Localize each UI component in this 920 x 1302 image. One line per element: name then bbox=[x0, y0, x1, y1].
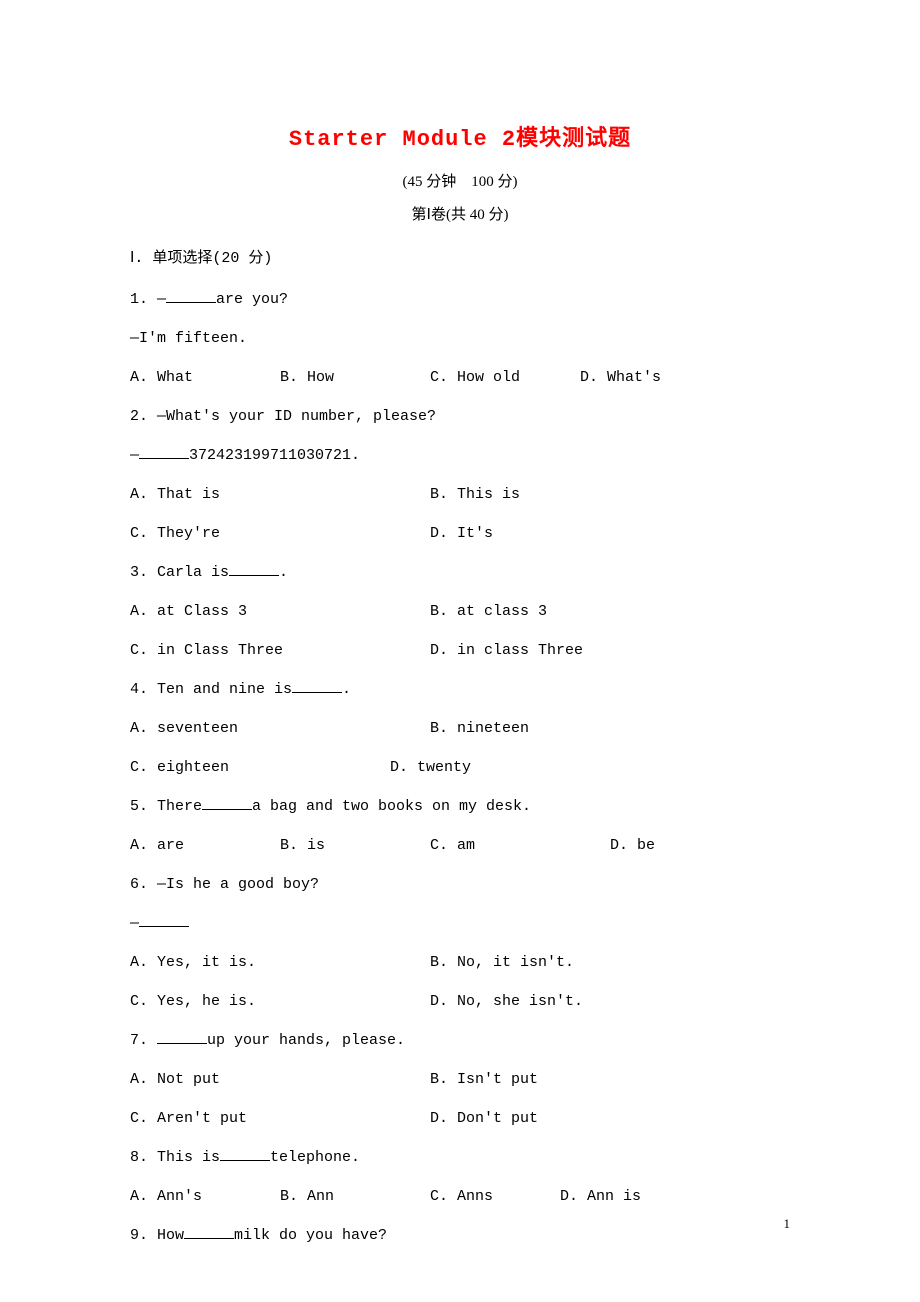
q7-option-b: B. Isn't put bbox=[430, 1069, 720, 1090]
q3-option-d: D. in class Three bbox=[430, 640, 720, 661]
q4-stem: 4. Ten and nine is. bbox=[130, 679, 790, 700]
q1-line1: 1. —are you? bbox=[130, 289, 790, 310]
q7-option-d: D. Don't put bbox=[430, 1108, 720, 1129]
q6-option-c: C. Yes, he is. bbox=[130, 991, 430, 1012]
q3-option-b: B. at class 3 bbox=[430, 601, 720, 622]
q5-stem: 5. Therea bag and two books on my desk. bbox=[130, 796, 790, 817]
q5-option-c: C. am bbox=[430, 835, 610, 856]
q6-option-b: B. No, it isn't. bbox=[430, 952, 720, 973]
blank bbox=[184, 1226, 234, 1240]
q3-stem: 3. Carla is. bbox=[130, 562, 790, 583]
q7-options-row2: C. Aren't put D. Don't put bbox=[130, 1108, 790, 1129]
section-heading: Ⅰ. 单项选择(20 分) bbox=[130, 246, 790, 267]
blank bbox=[202, 797, 252, 811]
q2-options-row2: C. They're D. It's bbox=[130, 523, 790, 544]
q1-options: A. What B. How C. How old D. What's bbox=[130, 367, 790, 388]
subtitle-duration-score: (45 分钟 100 分) bbox=[130, 170, 790, 191]
q4-option-c: C. eighteen bbox=[130, 757, 390, 778]
q2-option-d: D. It's bbox=[430, 523, 720, 544]
q6-line1: 6. —Is he a good boy? bbox=[130, 874, 790, 895]
blank bbox=[139, 446, 189, 460]
q8-option-b: B. Ann bbox=[280, 1186, 430, 1207]
q4-option-d: D. twenty bbox=[390, 757, 680, 778]
q8-options: A. Ann's B. Ann C. Anns D. Ann is bbox=[130, 1186, 790, 1207]
document-page: Starter Module 2模块测试题 (45 分钟 100 分) 第Ⅰ卷(… bbox=[0, 0, 920, 1246]
q7-option-a: A. Not put bbox=[130, 1069, 430, 1090]
q5-option-b: B. is bbox=[280, 835, 430, 856]
q1-option-b: B. How bbox=[280, 367, 430, 388]
q4-option-a: A. seventeen bbox=[130, 718, 430, 739]
q7-options-row1: A. Not put B. Isn't put bbox=[130, 1069, 790, 1090]
q9-stem: 9. Howmilk do you have? bbox=[130, 1225, 790, 1246]
q4-options-row2: C. eighteen D. twenty bbox=[130, 757, 790, 778]
q3-option-a: A. at Class 3 bbox=[130, 601, 430, 622]
q2-option-a: A. That is bbox=[130, 484, 430, 505]
q2-options-row1: A. That is B. This is bbox=[130, 484, 790, 505]
q1-line2: —I'm fifteen. bbox=[130, 328, 790, 349]
q5-options: A. are B. is C. am D. be bbox=[130, 835, 790, 856]
q6-option-a: A. Yes, it is. bbox=[130, 952, 430, 973]
q6-options-row2: C. Yes, he is. D. No, she isn't. bbox=[130, 991, 790, 1012]
q1-option-d: D. What's bbox=[580, 367, 661, 388]
blank bbox=[229, 563, 279, 577]
q3-options-row2: C. in Class Three D. in class Three bbox=[130, 640, 790, 661]
title-chinese: 模块测试题 bbox=[516, 127, 631, 152]
section-label: 第Ⅰ卷(共 40 分) bbox=[130, 203, 790, 224]
q6-line2: — bbox=[130, 913, 790, 934]
q3-option-c: C. in Class Three bbox=[130, 640, 430, 661]
q4-options-row1: A. seventeen B. nineteen bbox=[130, 718, 790, 739]
blank bbox=[157, 1031, 207, 1045]
blank bbox=[292, 680, 342, 694]
q5-option-d: D. be bbox=[610, 835, 655, 856]
blank bbox=[166, 290, 216, 304]
q6-options-row1: A. Yes, it is. B. No, it isn't. bbox=[130, 952, 790, 973]
q6-option-d: D. No, she isn't. bbox=[430, 991, 720, 1012]
q2-option-c: C. They're bbox=[130, 523, 430, 544]
q8-stem: 8. This istelephone. bbox=[130, 1147, 790, 1168]
q8-option-c: C. Anns bbox=[430, 1186, 560, 1207]
q4-option-b: B. nineteen bbox=[430, 718, 720, 739]
blank bbox=[220, 1148, 270, 1162]
q2-line1: 2. —What's your ID number, please? bbox=[130, 406, 790, 427]
q7-stem: 7. up your hands, please. bbox=[130, 1030, 790, 1051]
q7-option-c: C. Aren't put bbox=[130, 1108, 430, 1129]
title-english: Starter Module 2 bbox=[289, 127, 516, 152]
q8-option-d: D. Ann is bbox=[560, 1186, 641, 1207]
q3-options-row1: A. at Class 3 B. at class 3 bbox=[130, 601, 790, 622]
document-title: Starter Module 2模块测试题 bbox=[130, 120, 790, 152]
q8-option-a: A. Ann's bbox=[130, 1186, 280, 1207]
q1-option-c: C. How old bbox=[430, 367, 580, 388]
q1-option-a: A. What bbox=[130, 367, 280, 388]
q2-line2: —372423199711030721. bbox=[130, 445, 790, 466]
blank bbox=[139, 914, 189, 928]
page-number: 1 bbox=[784, 1216, 791, 1232]
q2-option-b: B. This is bbox=[430, 484, 720, 505]
q5-option-a: A. are bbox=[130, 835, 280, 856]
